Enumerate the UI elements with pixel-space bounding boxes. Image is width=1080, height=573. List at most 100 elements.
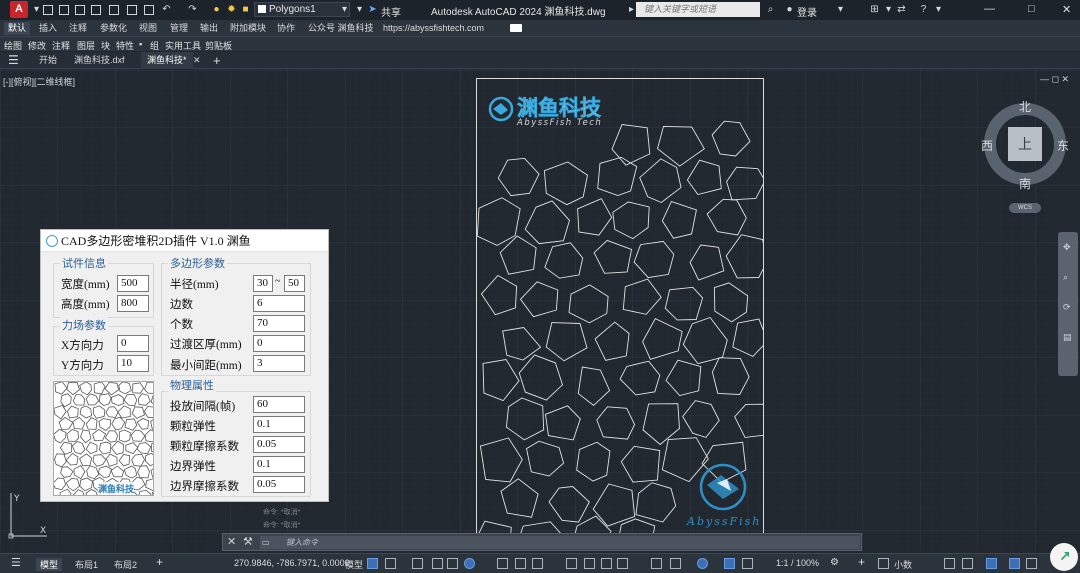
undo-icon[interactable]: ↶ xyxy=(161,4,172,15)
panel-draw[interactable]: 绘图 xyxy=(4,39,22,52)
boundary-elasticity-input[interactable]: 0.1 xyxy=(253,456,305,473)
showmotion-icon[interactable]: ▤ xyxy=(1063,332,1072,343)
new-layout-icon[interactable]: + xyxy=(156,555,163,569)
particle-friction-input[interactable]: 0.05 xyxy=(253,436,305,453)
panel-clipboard[interactable]: 剪贴板 xyxy=(205,39,232,52)
dynamic-input-icon[interactable] xyxy=(432,558,443,569)
drawing-boundary[interactable]: 渊鱼科技 AbyssFish Tech AbyssFish xyxy=(476,78,764,534)
viewport-controls-label[interactable]: [-][俯视][二维线框] xyxy=(3,75,75,88)
wcs-menu-button[interactable]: WCS xyxy=(1009,203,1041,213)
ribbon-tab-collaborate[interactable]: 协作 xyxy=(277,22,295,35)
ribbon-tab-output[interactable]: 输出 xyxy=(200,22,218,35)
radius-max-input[interactable]: 50 xyxy=(284,275,305,292)
panel-properties[interactable]: 特性 xyxy=(116,39,134,52)
panel-modify[interactable]: 修改 xyxy=(28,39,46,52)
save-as-icon[interactable] xyxy=(91,5,101,15)
new-file-icon[interactable] xyxy=(43,5,53,15)
sides-input[interactable]: 6 xyxy=(253,295,305,312)
lock-ui-icon[interactable] xyxy=(962,558,973,569)
exchange-icon[interactable]: ⇄ xyxy=(896,4,907,15)
ribbon-tab-addins[interactable]: 附加模块 xyxy=(230,22,266,35)
tab-model[interactable]: 模型 xyxy=(36,558,63,571)
model-space-button[interactable]: 模型 xyxy=(345,558,363,571)
viewcube-west[interactable]: 西 xyxy=(981,137,993,154)
command-input[interactable]: ▭ 键入命令 xyxy=(260,536,860,549)
boundary-friction-input[interactable]: 0.05 xyxy=(253,476,305,493)
object-snap-tracking-icon[interactable] xyxy=(515,558,526,569)
ribbon-tab-website[interactable]: https://abyssfishtech.com xyxy=(383,22,484,35)
help-icon[interactable]: ? xyxy=(918,4,929,15)
ribbon-tab-view[interactable]: 视图 xyxy=(139,22,157,35)
ribbon-tab-default[interactable]: 默认 xyxy=(4,22,31,35)
chevron-down-icon[interactable]: ▾ xyxy=(835,4,846,15)
login-button[interactable]: 登录 xyxy=(797,4,817,19)
user-icon[interactable]: ● xyxy=(784,4,795,15)
command-recent-icon[interactable]: ▭ xyxy=(262,536,270,549)
viewcube-south[interactable]: 南 xyxy=(1019,175,1031,192)
web-icon[interactable] xyxy=(109,5,119,15)
ribbon-tab-parametric[interactable]: 参数化 xyxy=(100,22,127,35)
panel-utilities[interactable]: 实用工具 xyxy=(165,39,201,52)
tab-start[interactable]: 开始 xyxy=(39,52,57,69)
save-icon[interactable] xyxy=(75,5,85,15)
cart-icon[interactable]: ⊞ xyxy=(869,4,880,15)
polar-tracking-icon[interactable] xyxy=(464,558,475,569)
layer-lock-icon[interactable]: ■ xyxy=(240,4,251,15)
height-input[interactable]: 800 xyxy=(117,295,149,312)
panel-layers[interactable]: 图层 xyxy=(77,39,95,52)
panel-groups[interactable]: 组 xyxy=(150,39,159,52)
tab-dxf-file[interactable]: 渊鱼科技.dxf xyxy=(74,52,125,69)
min-gap-input[interactable]: 3 xyxy=(253,355,305,372)
selection-cycling-icon[interactable] xyxy=(601,558,612,569)
particle-elasticity-input[interactable]: 0.1 xyxy=(253,416,305,433)
width-input[interactable]: 500 xyxy=(117,275,149,292)
close-command-line-icon[interactable]: ✕ xyxy=(227,535,236,548)
hamburger-menu-icon[interactable]: ☰ xyxy=(8,52,19,69)
count-input[interactable]: 70 xyxy=(253,315,305,332)
redo-icon[interactable]: ↷ xyxy=(187,4,198,15)
chevron-down-icon[interactable]: ▾ xyxy=(933,4,944,15)
close-tab-icon[interactable]: ✕ xyxy=(193,52,201,69)
minimize-icon[interactable]: — xyxy=(984,3,995,15)
share-icon[interactable]: ➤ xyxy=(367,4,378,15)
maximize-icon[interactable]: □ xyxy=(1028,3,1035,15)
isolate-objects-icon[interactable] xyxy=(986,558,997,569)
workspace-gear-icon[interactable]: ⚙ xyxy=(830,557,839,568)
gizmo-icon[interactable] xyxy=(697,558,708,569)
viewcube-north[interactable]: 北 xyxy=(1019,98,1031,115)
auto-scale-icon[interactable] xyxy=(742,558,753,569)
layer-dropdown[interactable]: Polygons1 xyxy=(254,2,350,17)
ortho-icon[interactable] xyxy=(447,558,458,569)
annotation-visibility-icon[interactable] xyxy=(724,558,735,569)
3d-osnap-icon[interactable] xyxy=(617,558,628,569)
tab-current-drawing[interactable]: 渊鱼科技* xyxy=(141,52,193,69)
annotation-monitor-icon[interactable]: + xyxy=(858,555,865,569)
ribbon-tab-manage[interactable]: 管理 xyxy=(170,22,188,35)
snap-toggle-icon[interactable] xyxy=(385,558,396,569)
viewcube-top-face[interactable]: 上 xyxy=(1008,127,1042,161)
cursor-coordinates[interactable]: 270.9846, -786.7971, 0.0000 xyxy=(234,558,350,568)
transition-input[interactable]: 0 xyxy=(253,335,305,352)
chevron-down-icon[interactable]: ▾ xyxy=(339,4,350,15)
orbit-icon[interactable]: ⟳ xyxy=(1063,302,1071,313)
open-file-icon[interactable] xyxy=(59,5,69,15)
units-dropdown[interactable]: 小数 xyxy=(894,558,912,571)
search-input[interactable]: 键入关键字或短语 xyxy=(636,2,760,17)
layer-freeze-icon[interactable]: ✹ xyxy=(226,4,237,15)
application-menu-button[interactable]: A xyxy=(10,1,28,18)
publish-icon[interactable] xyxy=(127,5,137,15)
close-icon[interactable]: ✕ xyxy=(1062,3,1071,16)
tab-layout1[interactable]: 布局1 xyxy=(75,558,98,571)
customize-toolbar-icon[interactable]: ▾ xyxy=(354,4,365,15)
pan-icon[interactable]: ✥ xyxy=(1063,242,1071,253)
ribbon-tab-annotate[interactable]: 注释 xyxy=(69,22,87,35)
layer-on-icon[interactable]: ● xyxy=(211,4,222,15)
new-tab-icon[interactable]: + xyxy=(213,52,221,69)
panel-annotation[interactable]: 注释 xyxy=(52,39,70,52)
share-button[interactable]: 共享 xyxy=(381,4,401,19)
dynamic-ucs-icon[interactable] xyxy=(651,558,662,569)
grid-toggle-icon[interactable] xyxy=(367,558,378,569)
ribbon-toggle-icon[interactable] xyxy=(510,24,522,32)
quick-properties-icon[interactable] xyxy=(944,558,955,569)
print-icon[interactable] xyxy=(144,5,154,15)
